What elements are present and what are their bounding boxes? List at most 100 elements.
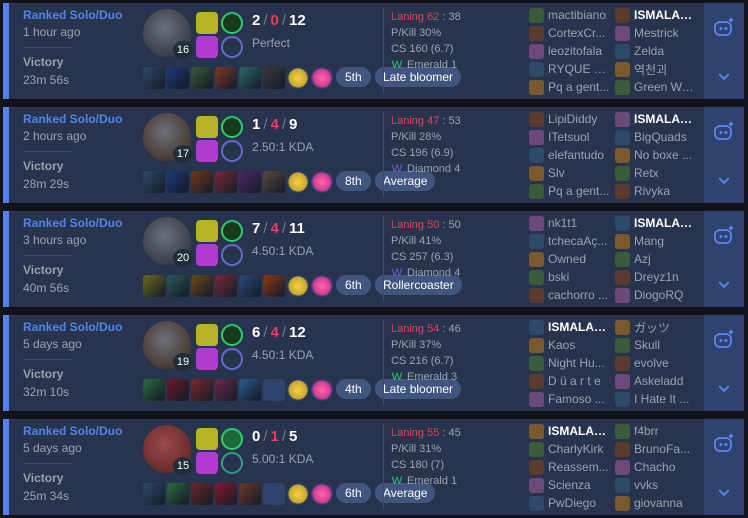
participant[interactable]: Pq a gent... <box>529 78 613 96</box>
item-icon[interactable] <box>239 171 261 193</box>
item-icon[interactable] <box>215 483 237 505</box>
participant[interactable]: ISMALAK... <box>529 422 613 440</box>
participant[interactable]: BigQuads <box>615 128 699 146</box>
item-icon[interactable] <box>167 67 189 89</box>
participant[interactable]: Famoso ... <box>529 390 613 408</box>
summoner-spell-flash-icon[interactable] <box>196 12 218 34</box>
item-icon[interactable] <box>215 67 237 89</box>
secondary-rune-icon[interactable] <box>221 452 243 474</box>
participant[interactable]: 역천괴 <box>615 60 699 78</box>
participant[interactable]: LipiDiddy <box>529 110 613 128</box>
compare-button[interactable] <box>704 419 744 469</box>
participant[interactable]: elefantudo <box>529 146 613 164</box>
participant[interactable]: nk1t1 <box>529 214 613 232</box>
summoner-spell-ghost-icon[interactable] <box>196 36 218 58</box>
participant[interactable]: f4brr <box>615 422 699 440</box>
match-card[interactable]: Ranked Solo/Duo 5 days ago Victory 25m 3… <box>3 419 744 515</box>
summoner-spell-ghost-icon[interactable] <box>196 348 218 370</box>
keystone-rune-icon[interactable] <box>221 220 243 242</box>
match-card[interactable]: Ranked Solo/Duo 3 hours ago Victory 40m … <box>3 211 744 307</box>
participant[interactable]: Slv <box>529 164 613 182</box>
item-icon[interactable] <box>263 171 285 193</box>
item-icon[interactable] <box>215 275 237 297</box>
match-card[interactable]: Ranked Solo/Duo 2 hours ago Victory 28m … <box>3 107 744 203</box>
participant[interactable]: Mang <box>615 232 699 250</box>
participant[interactable]: Kaos <box>529 336 613 354</box>
participant[interactable]: DiogoRQ <box>615 286 699 304</box>
item-icon[interactable] <box>191 379 213 401</box>
participant[interactable]: CharlyKirk <box>529 440 613 458</box>
participant[interactable]: Pq a gent... <box>529 182 613 200</box>
keystone-rune-icon[interactable] <box>221 116 243 138</box>
participant[interactable]: evolve <box>615 354 699 372</box>
compare-button[interactable] <box>704 107 744 157</box>
participant[interactable]: Dreyz1n <box>615 268 699 286</box>
participant[interactable]: Reassem... <box>529 458 613 476</box>
secondary-rune-icon[interactable] <box>221 36 243 58</box>
participant[interactable]: Azj <box>615 250 699 268</box>
item-icon[interactable] <box>263 275 285 297</box>
ward-trinket-icon[interactable] <box>287 67 309 89</box>
item-icon[interactable] <box>215 171 237 193</box>
keystone-rune-icon[interactable] <box>221 428 243 450</box>
participant[interactable]: Mestrick <box>615 24 699 42</box>
item-icon[interactable] <box>239 483 261 505</box>
participant[interactable]: ISMALAK... <box>615 6 699 24</box>
item-icon[interactable] <box>263 67 285 89</box>
role-quest-icon[interactable] <box>311 67 333 89</box>
keystone-rune-icon[interactable] <box>221 12 243 34</box>
summoner-spell-flash-icon[interactable] <box>196 116 218 138</box>
participant[interactable]: I Hate It ... <box>615 390 699 408</box>
participant[interactable]: mactibiano <box>529 6 613 24</box>
participant[interactable]: giovanna <box>615 494 699 512</box>
summoner-spell-ghost-icon[interactable] <box>196 140 218 162</box>
participant[interactable]: Green Wa... <box>615 78 699 96</box>
item-icon[interactable] <box>167 275 189 297</box>
item-icon[interactable] <box>215 379 237 401</box>
participant[interactable]: ISMALAK... <box>615 110 699 128</box>
participant[interactable]: bski <box>529 268 613 286</box>
participant[interactable]: Chacho <box>615 458 699 476</box>
participant[interactable]: PwDiego <box>529 494 613 512</box>
secondary-rune-icon[interactable] <box>221 140 243 162</box>
item-icon[interactable] <box>191 171 213 193</box>
participant[interactable]: Scienza <box>529 476 613 494</box>
summoner-spell-flash-icon[interactable] <box>196 220 218 242</box>
participant[interactable]: Retx <box>615 164 699 182</box>
participant[interactable]: BrunoFa... <box>615 440 699 458</box>
item-icon[interactable] <box>167 483 189 505</box>
compare-button[interactable] <box>704 3 744 53</box>
item-icon[interactable] <box>191 483 213 505</box>
participant[interactable]: Skull <box>615 336 699 354</box>
secondary-rune-icon[interactable] <box>221 244 243 266</box>
match-card[interactable]: Ranked Solo/Duo 5 days ago Victory 32m 1… <box>3 315 744 411</box>
item-icon[interactable] <box>143 171 165 193</box>
expand-button[interactable] <box>704 367 744 411</box>
ward-trinket-icon[interactable] <box>287 171 309 193</box>
participant[interactable]: ガッツ <box>615 318 699 336</box>
participant[interactable]: tchecaAç... <box>529 232 613 250</box>
participant[interactable]: cachorro ... <box>529 286 613 304</box>
item-icon[interactable] <box>143 379 165 401</box>
role-quest-icon[interactable] <box>311 379 333 401</box>
item-icon[interactable] <box>239 275 261 297</box>
participant[interactable]: Askeladd <box>615 372 699 390</box>
participant[interactable]: Owned <box>529 250 613 268</box>
item-icon[interactable] <box>143 483 165 505</box>
participant[interactable]: vvks <box>615 476 699 494</box>
participant[interactable]: No boxe ... <box>615 146 699 164</box>
expand-button[interactable] <box>704 159 744 203</box>
participant[interactable]: ITetsuol <box>529 128 613 146</box>
secondary-rune-icon[interactable] <box>221 348 243 370</box>
item-icon[interactable] <box>143 67 165 89</box>
participant[interactable]: RYQUE D... <box>529 60 613 78</box>
role-quest-icon[interactable] <box>311 483 333 505</box>
role-quest-icon[interactable] <box>311 171 333 193</box>
summoner-spell-flash-icon[interactable] <box>196 324 218 346</box>
compare-button[interactable] <box>704 211 744 261</box>
ward-trinket-icon[interactable] <box>287 379 309 401</box>
summoner-spell-ghost-icon[interactable] <box>196 244 218 266</box>
role-quest-icon[interactable] <box>311 275 333 297</box>
item-icon[interactable] <box>239 67 261 89</box>
participant[interactable]: Zelda <box>615 42 699 60</box>
